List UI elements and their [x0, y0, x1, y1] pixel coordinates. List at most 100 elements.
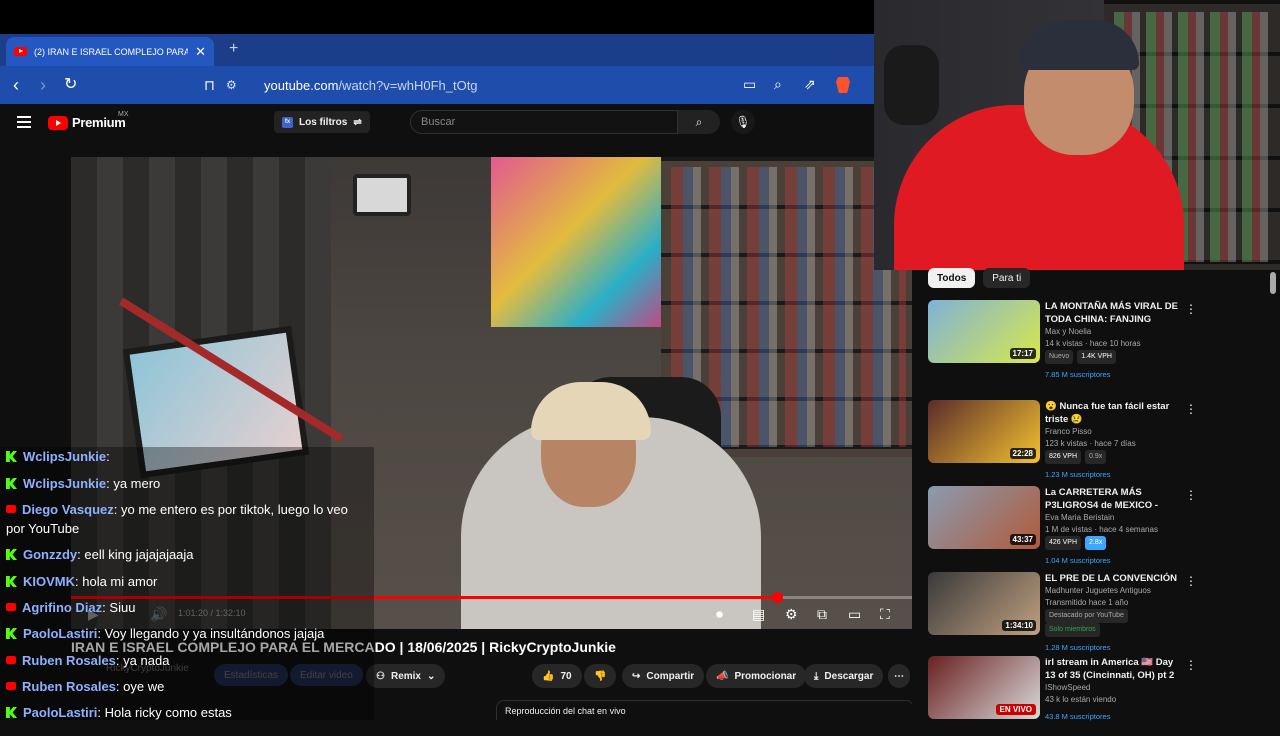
ratio-badge: 2.8x — [1085, 536, 1107, 550]
card-badges: Destacado por YouTubeSolo miembros — [1045, 609, 1185, 637]
more-options-icon[interactable]: ⋮ — [1185, 302, 1197, 316]
chat-message: Agrifino Diaz: Siuu — [6, 598, 366, 617]
menu-icon[interactable] — [17, 116, 31, 128]
remix-icon: ⚇ — [376, 670, 385, 682]
kick-logo-icon — [6, 628, 17, 639]
video-thumbnail[interactable]: 1:34:10 — [928, 572, 1040, 635]
vph-badge: 1.4K VPH — [1077, 350, 1116, 364]
back-arrow-icon[interactable]: ‹ — [13, 75, 19, 95]
chat-message: Ruben Rosales: oye we — [6, 677, 366, 696]
card-badges: 426 VPH 2.8x — [1045, 536, 1185, 550]
duration-badge: 22:28 — [1009, 448, 1036, 459]
share-icon[interactable]: ⇗ — [804, 76, 816, 93]
dislike-button[interactable]: 👎 — [584, 664, 617, 688]
reload-icon[interactable]: ↻ — [64, 75, 77, 95]
settings-gear-icon[interactable]: ⚙ — [785, 606, 798, 623]
browser-tab[interactable]: (2) IRAN E ISRAEL COMPLEJO PARA EL MERCA… — [6, 37, 214, 66]
theater-mode-icon[interactable]: ▭ — [848, 606, 861, 623]
chat-text: Hola ricky como estas — [104, 705, 232, 720]
new-tab-icon[interactable]: + — [229, 40, 238, 58]
share-arrow-icon: ↪ — [632, 670, 641, 682]
chat-replay-panel[interactable]: Reproducción del chat en vivo — [496, 700, 914, 720]
voice-search-button[interactable]: 🎙 — [731, 110, 755, 134]
chat-username: PaoloLastiri — [23, 705, 98, 720]
like-count: 70 — [560, 670, 572, 682]
youtube-logo[interactable]: Premium — [48, 115, 126, 130]
video-frame-light — [353, 174, 411, 216]
card-badges: 826 VPH 0.9x — [1045, 450, 1185, 464]
chat-message: Diego Vasquez: yo me entero es por tikto… — [6, 500, 366, 538]
more-options-icon[interactable]: ⋮ — [1185, 402, 1197, 416]
subtitles-icon[interactable]: ▤ — [752, 606, 765, 623]
chat-text: Siuu — [109, 600, 136, 615]
youtube-logo-icon — [6, 603, 16, 611]
video-thumbnail[interactable]: 17:17 — [928, 300, 1040, 363]
kick-logo-icon — [6, 707, 17, 718]
tab-title: (2) IRAN E ISRAEL COMPLEJO PARA EL MERCA… — [34, 46, 189, 57]
chat-message: KIOVMK: hola mi amor — [6, 572, 366, 591]
chip-todos[interactable]: Todos — [928, 268, 976, 288]
download-button[interactable]: ⤓ Descargar — [804, 664, 884, 688]
video-frame-poster — [491, 157, 661, 327]
more-options-icon[interactable]: ⋮ — [1185, 574, 1197, 588]
kick-logo-icon — [6, 549, 17, 560]
recommendation-card[interactable]: 43:37 La CARRETERA MÁS P3LIGROS4 de MEXIC… — [928, 486, 1268, 566]
thumbs-down-icon: 👎 — [594, 670, 607, 682]
thumbs-up-icon: 👍 — [542, 670, 555, 682]
recommendation-card[interactable]: EN VIVO irl stream in America 🇺🇸 Day 13 o… — [928, 656, 1268, 736]
video-thumbnail[interactable]: EN VIVO — [928, 656, 1040, 719]
forward-arrow-icon[interactable]: › — [40, 75, 46, 95]
video-thumbnail[interactable]: 43:37 — [928, 486, 1040, 549]
chat-username: PaoloLastiri — [23, 626, 98, 641]
chat-text: ya mero — [113, 476, 161, 491]
vph-badge: 826 VPH — [1045, 450, 1082, 464]
like-button[interactable]: 👍 70 — [532, 664, 582, 688]
more-options-icon[interactable]: ⋮ — [1185, 658, 1197, 672]
search-placeholder: Buscar — [421, 116, 456, 128]
webcam-overlay — [874, 0, 1280, 270]
promote-button[interactable]: 📣 Promocionar — [706, 664, 807, 688]
fullscreen-icon[interactable]: ⛶ — [880, 606, 890, 623]
cast-icon[interactable]: ▭ — [743, 76, 756, 93]
recommendation-card[interactable]: 17:17 LA MONTAÑA MÁS VIRAL DE TODA CHINA:… — [928, 300, 1268, 380]
filters-chip[interactable]: fx Los filtros ⇌ — [274, 111, 370, 133]
site-settings-icon[interactable]: ⚙ — [226, 78, 244, 92]
recommendation-card[interactable]: 1:34:10 EL PRE DE LA CONVENCIÓN Madhunter … — [928, 572, 1268, 652]
sidebar-scrollbar[interactable] — [1270, 272, 1276, 294]
search-button[interactable]: ⌕ — [678, 110, 720, 134]
card-subs-row: 1.23 M suscriptores — [1045, 464, 1185, 482]
card-meta: 😮 Nunca fue tan fácil estar triste 😢 Fran… — [1045, 400, 1185, 482]
zoom-icon[interactable]: ⌕ — [774, 76, 782, 93]
megaphone-icon: 📣 — [716, 670, 729, 682]
miniplayer-icon[interactable]: ⧉ — [817, 606, 827, 623]
bookmark-icon[interactable]: ⊓ — [204, 75, 215, 95]
more-options-icon[interactable]: ⋮ — [1185, 488, 1197, 502]
youtube-favicon-icon — [14, 47, 27, 56]
chat-message: Gonzzdy: eell king jajajajaaja — [6, 545, 366, 564]
chevron-down-icon: ⌄ — [426, 670, 436, 682]
chat-message: PaoloLastiri: Voy llegando y ya insultán… — [6, 624, 366, 643]
card-badge: Destacado por YouTube — [1045, 609, 1128, 623]
video-thumbnail[interactable]: 22:28 — [928, 400, 1040, 463]
tab-strip: (2) IRAN E ISRAEL COMPLEJO PARA EL MERCA… — [0, 34, 874, 66]
chat-message: WclipsJunkie: — [6, 447, 366, 466]
youtube-logo-icon — [6, 656, 16, 664]
chat-separator: : — [97, 705, 105, 720]
search-input[interactable]: Buscar — [410, 110, 678, 134]
card-meta: LA MONTAÑA MÁS VIRAL DE TODA CHINA: FANJ… — [1045, 300, 1185, 382]
autoplay-toggle[interactable]: ⏺ — [716, 606, 723, 623]
chat-separator: : — [113, 502, 121, 517]
url-field[interactable]: ⚙ youtube.com/watch?v=whH0Fh_tOtg — [226, 71, 826, 99]
recommendation-card[interactable]: 22:28 😮 Nunca fue tan fácil estar triste … — [928, 400, 1268, 480]
card-subscribers: 1.04 M suscriptores — [1045, 556, 1111, 565]
chat-replay-label: Reproducción del chat en vivo — [505, 706, 626, 716]
youtube-logo-icon — [6, 682, 16, 690]
share-button[interactable]: ↪ Compartir — [622, 664, 705, 688]
remix-button[interactable]: ⚇ Remix ⌄ — [366, 664, 446, 688]
close-icon[interactable]: ✕ — [195, 44, 206, 60]
more-actions-button[interactable]: ⋯ — [888, 664, 910, 688]
chip-para-ti[interactable]: Para ti — [983, 268, 1031, 288]
vph-badge: 426 VPH — [1045, 536, 1082, 550]
kick-logo-icon — [6, 451, 17, 462]
chat-username: WclipsJunkie — [23, 476, 107, 491]
